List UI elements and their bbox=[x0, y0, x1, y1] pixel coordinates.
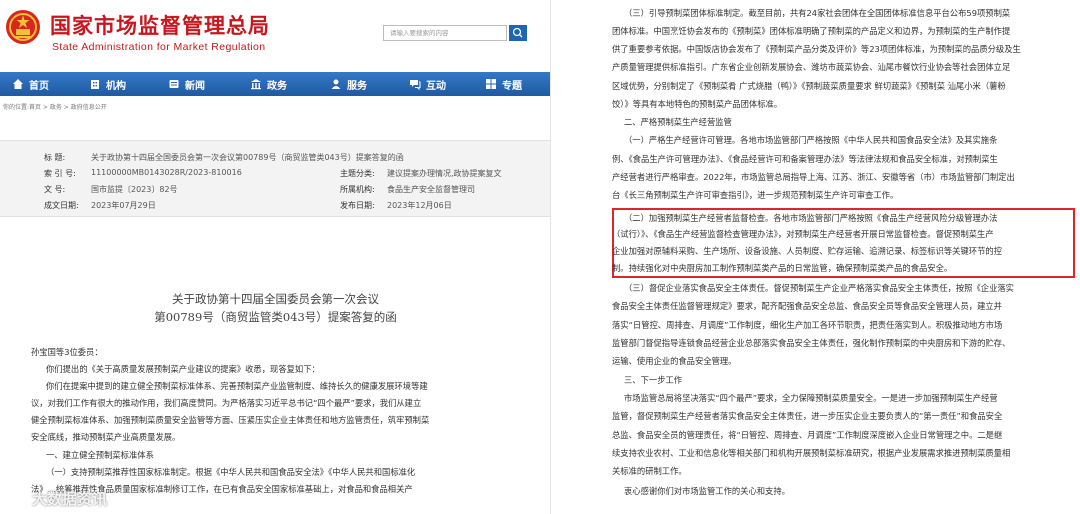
document-metadata-panel: 标 题: 关于政协第十四届全国委员会第一次会议第00789号（商贸监管类043号… bbox=[0, 140, 550, 217]
nav-item-topics[interactable]: 专题 bbox=[485, 72, 522, 96]
highlighted-line: 企业加强对原辅料采购、生产场所、设备设施、人员制度、贮存运输、追溯记录、标签标识… bbox=[612, 246, 1002, 256]
right-body-line: 监管部门督促指导连锁食品经营企业总部落实食品安全主体责任，强化制作预制菜的中央厨… bbox=[612, 338, 1011, 348]
website-screenshot-pane: 国家市场监督管理总局 State Administration for Mark… bbox=[0, 0, 551, 514]
right-body-line: 例、《食品生产许可管理办法》、《食品经营许可和备案管理办法》等法律法规和食品安全… bbox=[612, 154, 998, 164]
home-icon bbox=[13, 79, 23, 89]
nav-item-home[interactable]: 首页 bbox=[12, 72, 49, 96]
left-body-line: 安全底线，推动预制菜产业高质量发展。 bbox=[31, 432, 181, 442]
main-nav-bar: 首页 机构 新闻 政务 服务 互动 专题 bbox=[0, 72, 550, 96]
meta-subject-label: 主题分类: bbox=[340, 169, 375, 178]
left-body-line: 你们在提案中提到的建立健全预制菜标准体系、完善预制菜产业监管制度、维持长久的健康… bbox=[46, 381, 428, 391]
site-name-chinese[interactable]: 国家市场监督管理总局 bbox=[50, 10, 270, 40]
left-body-line: 议，对我们工作有很大的推动作用，我们高度赞同。为严格落实习近平总书记“四个最严”… bbox=[31, 398, 422, 408]
right-body-heading: 三、下一步工作 bbox=[624, 375, 683, 385]
meta-published-label: 发布日期: bbox=[340, 201, 375, 210]
right-body-line: 团体标准。中国烹饪协会发布的《预制菜》团体标准明确了预制菜的产品定义和边界，为预… bbox=[612, 26, 1011, 36]
right-body-line: （三）引导预制菜团体标准制定。截至目前，共有24家社会团体在全国团体标准信息平台… bbox=[624, 8, 1011, 18]
right-body-heading: 二、严格预制菜生产经营监管 bbox=[624, 117, 732, 127]
building-icon bbox=[91, 80, 99, 89]
search-button[interactable] bbox=[509, 25, 527, 41]
nav-item-interaction[interactable]: 互动 bbox=[409, 72, 446, 96]
nav-item-institutions[interactable]: 机构 bbox=[89, 72, 126, 96]
meta-created-label: 成文日期: bbox=[44, 201, 79, 210]
right-body-line: （一）严格生产经营许可管理。各地市场监管部门严格按照《中华人民共和国食品安全法》… bbox=[624, 135, 998, 145]
document-title-line-2: 第00789号（商贸监管类043号）提案答复的函 bbox=[154, 310, 397, 324]
site-header: 国家市场监督管理总局 State Administration for Mark… bbox=[0, 0, 550, 68]
right-body-line: 供了重要参考依据。中国饭店协会发布了《预制菜产品分类及评价》等23项团体标准，为… bbox=[612, 44, 1021, 54]
left-body-line: 你们提出的《关于高质量发展预制菜产业建议的提案》收悉，现答复如下： bbox=[46, 364, 320, 374]
right-body-line: 产质量管理提供标准指引。广东省企业创新发展协会、潍坊市蔬菜协会、汕尾市餐饮行业协… bbox=[612, 62, 1011, 72]
meta-org-value: 食品生产安全监督管理司 bbox=[387, 185, 475, 194]
right-body-line: 关标准的研制工作。 bbox=[612, 466, 687, 476]
left-body-heading: 一、建立健全预制菜标准体系 bbox=[46, 450, 154, 460]
search-icon bbox=[512, 27, 523, 38]
watermark-text: 大数据资讯 bbox=[32, 489, 108, 508]
meta-title-value: 关于政协第十四届全国委员会第一次会议第00789号（商贸监管类043号）提案答复… bbox=[91, 153, 404, 162]
watermark: 大数据资讯 bbox=[4, 486, 107, 510]
interaction-icon bbox=[410, 80, 421, 90]
meta-index-value: 11100000MB0143028R/2023-810016 bbox=[91, 168, 242, 177]
right-body-line: （三）督促企业落实食品安全主体责任。督促预制菜生产企业严格落实食品安全主体责任，… bbox=[624, 283, 1014, 293]
right-body-line: 续支持农业农村、工业和信息化等相关部门和机构开展预制菜标准研究，根据产业发展需求… bbox=[612, 448, 1011, 458]
news-icon bbox=[169, 80, 179, 88]
meta-docno-label: 文 号: bbox=[44, 185, 66, 194]
nav-item-label: 服务 bbox=[347, 80, 367, 92]
right-body-line: 总监、食品安全员的管理责任，将“日管控、周排查、月调度”工作制度深度嵌入企业日常… bbox=[612, 430, 1003, 440]
right-body-line: 落实“日管控、周排查、月调度”工作制度，细化生产加工各环节职责，把责任落实到人。… bbox=[612, 320, 1003, 330]
nav-item-news[interactable]: 新闻 bbox=[168, 72, 205, 96]
government-icon bbox=[251, 79, 261, 90]
nav-item-government[interactable]: 政务 bbox=[250, 72, 287, 96]
meta-created-value: 2023年07月29日 bbox=[91, 201, 156, 210]
watermark-logo-icon bbox=[6, 488, 26, 508]
right-body-line: 监管，督促预制菜生产经营者落实食品安全主体责任，进一步压实企业主要负责人的“第一… bbox=[612, 411, 1003, 421]
site-name-english: State Administration for Market Regulati… bbox=[52, 41, 266, 53]
highlighted-line: （二）加强预制菜生产经营者监督检查。各地市场监管部门严格按照《食品生产经营风险分… bbox=[624, 213, 998, 223]
right-body-line: 区域优势，分别制定了《预制菜肴 广式烧腊（鸭）》《预制蔬菜质量要求 鲜切蔬菜》《… bbox=[612, 81, 1006, 91]
meta-subject-value: 建议提案办理情况,政协提案复文 bbox=[387, 169, 502, 178]
left-body-line: 孙宝国等3位委员： bbox=[31, 347, 103, 357]
service-icon bbox=[331, 79, 341, 89]
meta-index-label: 索 引 号: bbox=[44, 169, 76, 178]
search-input[interactable]: 请输入要搜索的内容 bbox=[383, 25, 507, 41]
right-body-line: 运输、使用企业的食品安全管理。 bbox=[612, 356, 737, 366]
right-body-line: 台《长三角预制菜生产许可审查指引》，进一步规范预制菜生产许可审查工作。 bbox=[612, 190, 899, 200]
highlighted-line: 制。持续强化对中央厨房加工制作预制菜类产品的日常监管，确保预制菜类产品的食品安全… bbox=[612, 263, 953, 273]
meta-org-label: 所属机构: bbox=[340, 185, 375, 194]
nav-item-label: 机构 bbox=[106, 80, 126, 92]
topic-icon bbox=[486, 79, 496, 89]
right-body-line: 市场监管总局将坚决落实“四个最严”要求，全力保障预制菜质量安全。一是进一步加强预… bbox=[624, 393, 998, 403]
document-page-pane: （三）引导预制菜团体标准制定。截至目前，共有24家社会团体在全国团体标准信息平台… bbox=[552, 0, 1080, 514]
highlighted-line: （试行）》、《食品生产经营监督检查管理办法》，对预制菜生产经营者开展日常监督检查… bbox=[612, 229, 994, 239]
national-emblem-icon bbox=[6, 10, 40, 44]
meta-docno-value: 国市监提〔2023〕82号 bbox=[91, 185, 178, 194]
meta-published-value: 2023年12月06日 bbox=[387, 201, 452, 210]
nav-item-service[interactable]: 服务 bbox=[330, 72, 367, 96]
right-body-line: 产经营者进行严格审查。2022年，市场监管总局指导上海、江苏、浙江、安徽等省（市… bbox=[612, 172, 1015, 182]
left-body-line: （一）支持预制菜推荐性国家标准制定。根据《中华人民共和国食品安全法》《中华人民共… bbox=[46, 467, 416, 477]
nav-item-label: 首页 bbox=[29, 80, 49, 92]
left-body-line: 健全预制菜标准体系、加强预制菜质量安全监管等方面、压紧压实企业主体责任和地方监管… bbox=[31, 415, 430, 425]
breadcrumb: 你的位置:首页 > 政务 > 政府信息公开 bbox=[3, 104, 107, 111]
right-body-line: 食品安全主体责任监督管理规定》要求，配齐配强食品安全总监、食品安全员等食品安全管… bbox=[612, 301, 1002, 311]
nav-item-label: 新闻 bbox=[185, 80, 205, 92]
nav-item-label: 互动 bbox=[426, 80, 446, 92]
right-body-closing: 衷心感谢你们对市场监管工作的关心和支持。 bbox=[624, 486, 790, 496]
document-title-line-1: 关于政协第十四届全国委员会第一次会议 bbox=[172, 292, 379, 306]
nav-item-label: 政务 bbox=[267, 80, 287, 92]
meta-title-label: 标 题: bbox=[44, 153, 66, 162]
nav-item-label: 专题 bbox=[502, 80, 522, 92]
right-body-line: 饺）》等具有本地特色的预制菜产品团体标准。 bbox=[612, 99, 783, 109]
